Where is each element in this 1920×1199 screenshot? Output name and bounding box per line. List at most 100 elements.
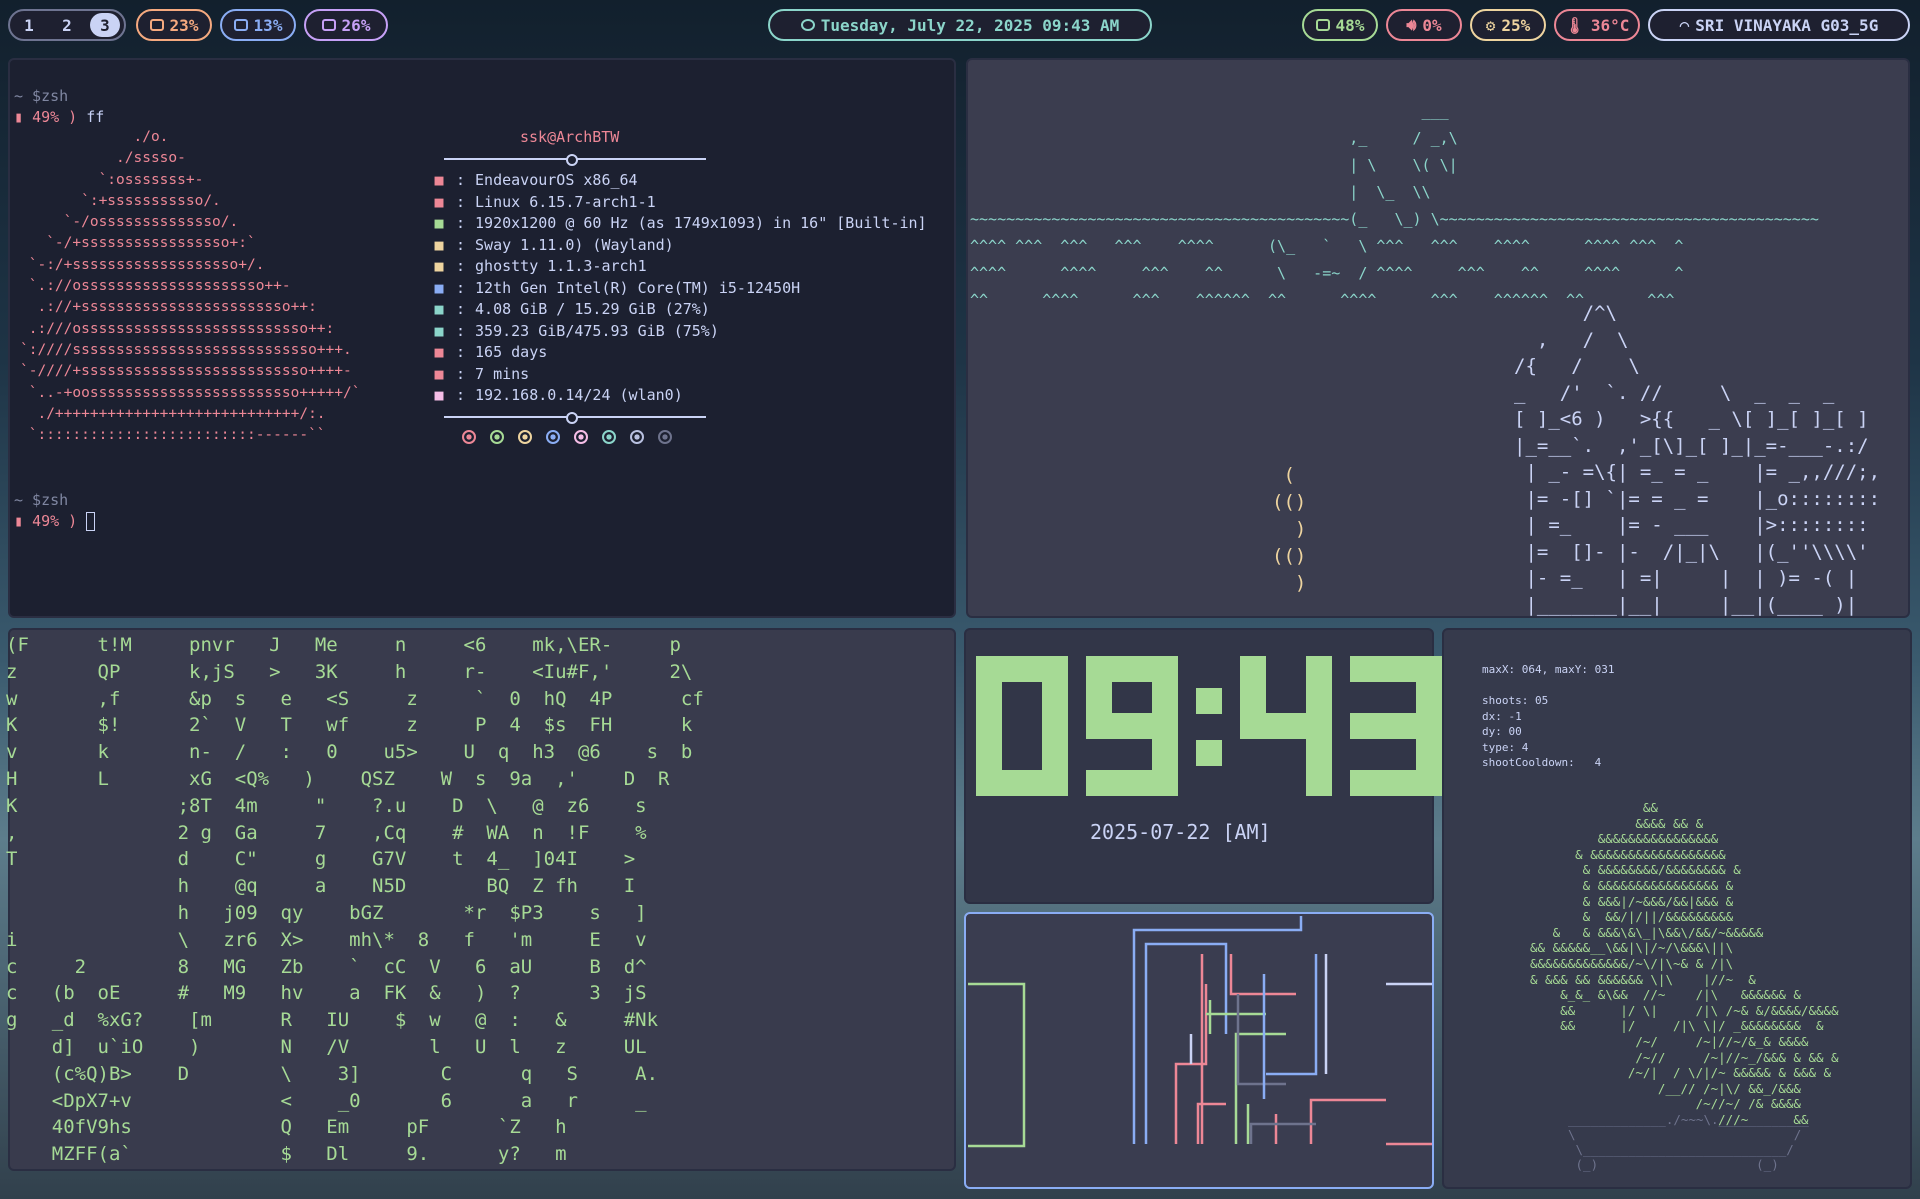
- prompt-line-4[interactable]: ▮ 49% ): [14, 511, 96, 532]
- info-value: 4.08 GiB / 15.29 GiB (27%): [475, 300, 710, 318]
- temperature-widget[interactable]: 🌡︎ 36°C: [1554, 9, 1640, 41]
- top-bar: 1 2 3 23% 13% 26% Tuesday, July 22, 2025…: [0, 0, 1920, 48]
- cpu-widget[interactable]: 13%: [220, 9, 296, 41]
- palette-dot: [462, 430, 476, 444]
- battery-widget[interactable]: 48%: [1302, 9, 1378, 41]
- memory-value: 26%: [341, 15, 371, 35]
- terminal-pipes[interactable]: [964, 912, 1434, 1189]
- info-row: ■:12th Gen Intel(R) Core(TM) i5-12450H: [432, 278, 927, 300]
- clock-digit: [1086, 656, 1178, 796]
- info-separator: :: [456, 364, 466, 383]
- disk-icon: ■: [434, 321, 444, 340]
- info-row: ■: Linux 6.15.7-arch1-1: [432, 192, 927, 214]
- terminal-icon: ■: [434, 257, 444, 275]
- system-info: ■: EndeavourOS x86_64 ■: Linux 6.15.7-arch1…: [432, 170, 927, 407]
- uptime-icon: ■: [434, 343, 444, 361]
- info-value: ghostty 1.1.3-arch1: [475, 257, 647, 275]
- palette-dot: [630, 430, 644, 444]
- info-row: ■: Sway 1.11.0) (Wayland): [432, 235, 927, 257]
- info-row: ■: ghostty 1.1.3-arch1: [432, 256, 927, 278]
- brightness-value: 25%: [1501, 15, 1531, 35]
- prompt-line-1: ~ $zsh: [14, 86, 68, 107]
- prompt-battery: 49% ): [32, 512, 87, 530]
- info-row: ■: EndeavourOS x86_64: [432, 170, 927, 192]
- info-value: Linux 6.15.7-arch1-1: [475, 192, 656, 211]
- disk-icon: [149, 19, 164, 31]
- cpu-icon: ■: [434, 278, 444, 297]
- palette-dot: [546, 430, 560, 444]
- info-value: 7 mins: [475, 364, 530, 383]
- datetime-value: Tuesday, July 22, 2025 09:43 AM: [820, 15, 1120, 35]
- wifi-icon: ◠: [1679, 15, 1690, 35]
- info-separator: :: [456, 300, 466, 318]
- display-icon: ■: [434, 214, 444, 232]
- kernel-icon: ■: [434, 192, 444, 211]
- big-clock: [976, 656, 1442, 796]
- smoke-art: ( (() ) (() ): [1272, 464, 1307, 594]
- clock-colon: [1196, 656, 1222, 796]
- volume-value: 0%: [1422, 15, 1442, 35]
- volume-icon: 🔊︎: [1406, 15, 1417, 34]
- info-separator: :: [456, 321, 466, 340]
- palette-dot: [518, 430, 532, 444]
- info-separator: :: [456, 386, 466, 404]
- pipes-drawing: [968, 916, 1432, 1148]
- packages-icon: ■: [434, 364, 444, 383]
- battery-icon: [1315, 19, 1330, 31]
- info-value: 12th Gen Intel(R) Core(TM) i5-12450H: [475, 278, 801, 297]
- sea-art: ___ ,_ / _,\ | \ \( \| | \_ \\ ~~~~~~~~~…: [970, 102, 1819, 309]
- battery-prompt-icon: ▮: [14, 108, 33, 126]
- distro-logo: ./o. ./sssso- `:osssssss+- `:+ssssssssss…: [20, 129, 361, 444]
- info-row: ■:4.08 GiB / 15.29 GiB (27%): [432, 299, 927, 321]
- wm-icon: ■: [434, 235, 444, 254]
- thermometer-icon: 🌡︎: [1564, 15, 1585, 35]
- castle-art: /^\ , / \ /{ / \ _ /' `. // \ _ _ _ [ ]_…: [1514, 302, 1881, 616]
- info-separator: :: [456, 235, 466, 254]
- prompt-line-3: ~ $zsh: [14, 490, 68, 511]
- info-row: ■:165 days: [432, 342, 927, 364]
- cpu-icon: [233, 19, 248, 31]
- info-row: ■:359.23 GiB/475.93 GiB (75%): [432, 321, 927, 343]
- bonsai-tree: && &&&& && & &&&&&&&&&&&&&&&& & &&&&&&&&…: [1530, 800, 1839, 1127]
- workspace-switcher: 1 2 3: [8, 9, 126, 41]
- prompt-battery: 49% ): [32, 108, 87, 126]
- command-text: ff: [86, 108, 105, 126]
- pipe-green: [968, 982, 1026, 1148]
- workspace-1-button[interactable]: 1: [14, 13, 44, 37]
- info-value: EndeavourOS x86_64: [475, 171, 638, 189]
- clock-digit: [1350, 656, 1442, 796]
- workspace-2-button[interactable]: 2: [52, 13, 82, 37]
- clock-widget[interactable]: Tuesday, July 22, 2025 09:43 AM: [768, 9, 1152, 41]
- separator-top: [444, 154, 706, 166]
- cpu-value: 13%: [253, 15, 283, 35]
- disk-value: 23%: [169, 15, 199, 35]
- battery-value: 48%: [1335, 15, 1365, 35]
- workspace-3-button[interactable]: 3: [90, 13, 120, 37]
- brightness-icon: ⚙: [1485, 15, 1496, 35]
- volume-widget[interactable]: 🔊︎ 0%: [1386, 9, 1462, 41]
- info-separator: :: [456, 257, 466, 275]
- wifi-value: SRI VINAYAKA G03_5G: [1695, 15, 1879, 35]
- info-separator: :: [456, 214, 466, 232]
- info-value: 165 days: [475, 343, 548, 361]
- matrix-rain-text: (F t!M pnvr J Me n <6 mk,\ER- p z QP k,j…: [6, 634, 704, 1166]
- terminal-fastfetch[interactable]: ~ $zsh ▮ 49% ) ff ./o. ./sssso- `:osssss…: [8, 58, 956, 618]
- memory-icon: [321, 19, 336, 31]
- brightness-widget[interactable]: ⚙ 25%: [1470, 9, 1546, 41]
- wifi-widget[interactable]: ◠ SRI VINAYAKA G03_5G: [1648, 9, 1910, 41]
- memory-widget[interactable]: 26%: [304, 9, 388, 41]
- battery-prompt-icon: ▮: [14, 512, 33, 530]
- game-stats: maxX: 064, maxY: 031 shoots: 05 dx: -1 d…: [1482, 663, 1615, 769]
- bonsai-pot: _____________./~~~\.____________ \ / \__…: [1568, 1112, 1809, 1172]
- prompt-dir: ~ $zsh: [14, 491, 69, 509]
- info-separator: :: [456, 278, 466, 297]
- separator-bottom: [444, 412, 706, 424]
- pipe-blue: [1132, 916, 1303, 1144]
- info-separator: :: [456, 192, 466, 211]
- disk-widget[interactable]: 23%: [136, 9, 212, 41]
- clock-digit: [1240, 656, 1332, 796]
- info-row: ■:1920x1200 @ 60 Hz (as 1749x1093) in 16…: [432, 213, 926, 235]
- info-value: 192.168.0.14/24 (wlan0): [475, 386, 683, 404]
- info-separator: :: [456, 171, 466, 189]
- info-value: 359.23 GiB/475.93 GiB (75%): [475, 321, 719, 340]
